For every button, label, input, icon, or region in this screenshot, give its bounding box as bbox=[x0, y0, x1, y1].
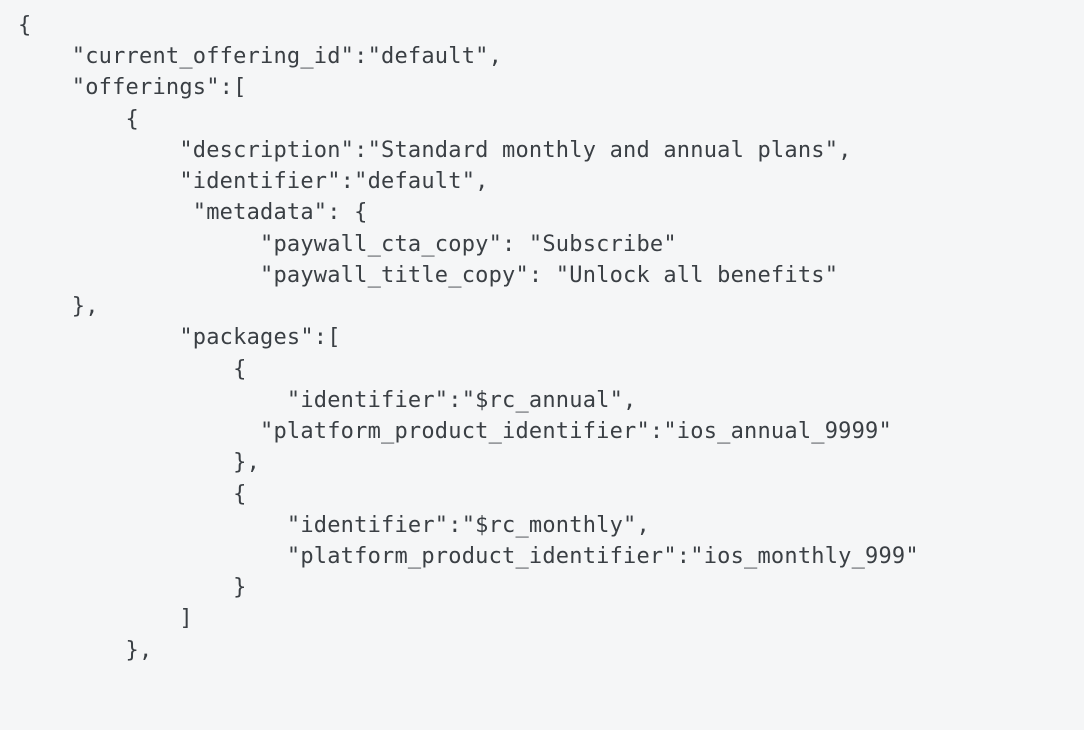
code-block: { "current_offering_id":"default", "offe… bbox=[0, 0, 1084, 684]
code-content: { "current_offering_id":"default", "offe… bbox=[18, 13, 919, 663]
